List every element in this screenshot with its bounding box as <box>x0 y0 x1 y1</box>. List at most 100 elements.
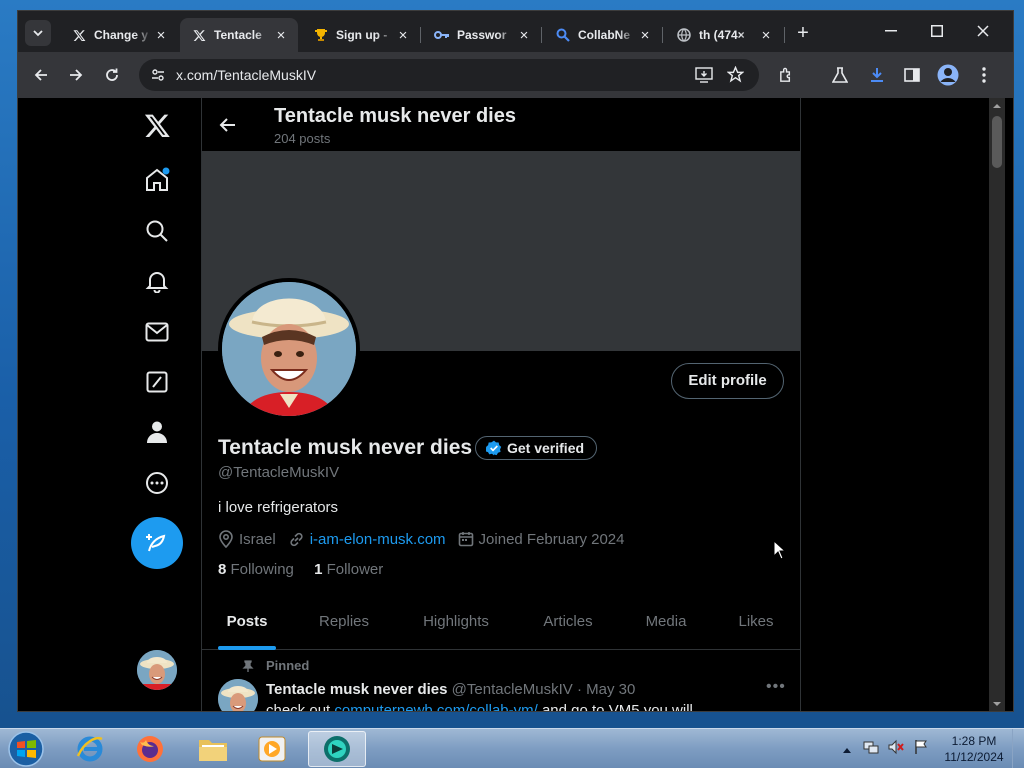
browser-tab[interactable]: Passwor × <box>423 18 541 52</box>
back-button[interactable] <box>30 64 52 86</box>
explore-search-icon[interactable] <box>142 216 172 246</box>
profile-website-link[interactable]: i-am-elon-musk.com <box>310 531 446 548</box>
close-tab-icon[interactable]: × <box>515 27 533 44</box>
install-app-icon[interactable] <box>695 67 713 88</box>
bookmark-star-icon[interactable] <box>726 65 745 88</box>
profile-bio: i love refrigerators <box>218 499 339 516</box>
scrollbar-thumb[interactable] <box>992 116 1002 168</box>
labs-flask-icon[interactable] <box>829 64 851 86</box>
tweet-author-handle[interactable]: @TentacleMuskIV <box>452 681 573 698</box>
edit-profile-button[interactable]: Edit profile <box>671 363 784 399</box>
follow-stats: 8 Following 1 Follower <box>218 561 383 578</box>
show-desktop-button[interactable] <box>1012 729 1024 768</box>
side-panel-icon[interactable] <box>901 64 923 86</box>
tab-label: Media <box>645 613 687 630</box>
followers-link[interactable]: 1 Follower <box>314 561 383 578</box>
tab-title: Change y <box>94 28 149 42</box>
home-icon[interactable] <box>142 165 172 195</box>
browser-menu-icon[interactable] <box>973 64 995 86</box>
start-button[interactable] <box>5 729 47 768</box>
mouse-cursor-icon <box>773 539 787 565</box>
tweet-link[interactable]: computernewb.com/collab-vm/ <box>334 702 537 711</box>
browser-tab[interactable]: Change y × <box>60 18 178 52</box>
file-explorer-taskbar[interactable] <box>186 731 240 767</box>
forward-button[interactable] <box>65 64 87 86</box>
firefox-taskbar[interactable] <box>123 731 177 767</box>
more-circle-icon[interactable] <box>142 468 172 498</box>
profile-meta: Israel i-am-elon-musk.com Joined Februar… <box>218 530 624 548</box>
location-pin-icon <box>218 530 234 548</box>
active-app-taskbar[interactable] <box>308 731 366 767</box>
notifications-bell-icon[interactable] <box>142 266 172 296</box>
tab-articles[interactable]: Articles <box>532 602 604 650</box>
close-tab-icon[interactable]: × <box>272 27 290 44</box>
scroll-up-arrow-icon[interactable] <box>989 100 1005 112</box>
url-text: x.com/TentacleMuskIV <box>176 67 317 83</box>
browser-tab[interactable]: th (474× × <box>665 18 783 52</box>
get-verified-button[interactable]: Get verified <box>475 436 598 460</box>
tweet-text-end: and go to VM5 you will <box>537 702 693 712</box>
search-icon <box>554 28 572 42</box>
address-bar[interactable]: x.com/TentacleMuskIV <box>139 59 759 91</box>
network-icon[interactable] <box>863 739 879 760</box>
new-tab-button[interactable]: + <box>791 21 815 45</box>
tab-search-button[interactable] <box>25 20 51 46</box>
compose-post-button[interactable] <box>131 517 183 569</box>
grok-icon[interactable] <box>142 367 172 397</box>
back-arrow-icon[interactable] <box>218 115 238 140</box>
tab-label: Replies <box>318 613 370 630</box>
tweet-more-icon[interactable]: ••• <box>766 678 786 696</box>
windows-taskbar: 1:28 PM 11/12/2024 <box>0 728 1024 768</box>
tab-highlights[interactable]: Highlights <box>412 602 500 650</box>
tab-title: Tentacle <box>214 28 262 42</box>
maximize-button[interactable] <box>922 19 952 43</box>
tweet-avatar[interactable] <box>218 679 258 711</box>
profile-person-icon[interactable] <box>142 417 172 447</box>
tab-title: Sign up - <box>336 28 388 42</box>
browser-tab-active[interactable]: Tentacle × <box>180 18 298 52</box>
x-logo-icon <box>70 29 88 42</box>
tweet-date[interactable]: · May 30 <box>577 681 635 698</box>
profile-icon[interactable] <box>937 64 959 86</box>
profile-avatar[interactable] <box>218 278 360 420</box>
post-count: 204 posts <box>274 131 331 146</box>
minimize-button[interactable] <box>876 19 906 43</box>
profile-tabs: Posts Replies Highlights Articles Media … <box>202 602 800 650</box>
tab-replies[interactable]: Replies <box>306 602 382 650</box>
browser-tab[interactable]: Sign up - × <box>302 18 420 52</box>
internet-explorer-taskbar[interactable] <box>63 731 117 767</box>
tweet-header: Tentacle musk never dies @TentacleMuskIV… <box>266 681 635 698</box>
site-info-icon[interactable] <box>151 68 165 87</box>
action-center-flag-icon[interactable] <box>913 739 929 760</box>
tweet-text: check out computernewb.com/collab-vm/ an… <box>266 702 693 712</box>
extensions-icon[interactable] <box>775 64 797 86</box>
chevron-down-icon <box>33 30 43 37</box>
tab-posts[interactable]: Posts <box>218 602 276 650</box>
media-player-taskbar[interactable] <box>245 731 299 767</box>
download-icon[interactable] <box>866 64 888 86</box>
tray-expand-icon[interactable] <box>843 740 851 758</box>
close-tab-icon[interactable]: × <box>636 27 654 44</box>
reload-button[interactable] <box>101 64 123 86</box>
tab-strip: Change y × Tentacle × Sign up - × Passwo… <box>18 11 1013 52</box>
page-scrollbar[interactable] <box>989 98 1005 711</box>
close-window-button[interactable] <box>968 19 998 43</box>
tab-media[interactable]: Media <box>634 602 698 650</box>
following-link[interactable]: 8 Following <box>218 561 294 578</box>
volume-muted-icon[interactable] <box>888 739 904 760</box>
taskbar-clock[interactable]: 1:28 PM 11/12/2024 <box>942 733 1006 765</box>
followers-label: Follower <box>326 561 384 578</box>
close-tab-icon[interactable]: × <box>152 27 170 44</box>
x-sidebar <box>18 98 201 711</box>
followers-count: 1 <box>314 561 323 578</box>
account-avatar[interactable] <box>137 650 177 690</box>
x-logo-icon[interactable] <box>142 110 172 140</box>
scroll-down-arrow-icon[interactable] <box>989 698 1005 710</box>
messages-mail-icon[interactable] <box>142 317 172 347</box>
tab-likes[interactable]: Likes <box>730 602 782 650</box>
close-tab-icon[interactable]: × <box>757 27 775 44</box>
link-icon <box>288 531 305 548</box>
tweet-author-name[interactable]: Tentacle musk never dies <box>266 681 447 698</box>
close-tab-icon[interactable]: × <box>394 27 412 44</box>
browser-tab[interactable]: CollabNe × <box>544 18 662 52</box>
